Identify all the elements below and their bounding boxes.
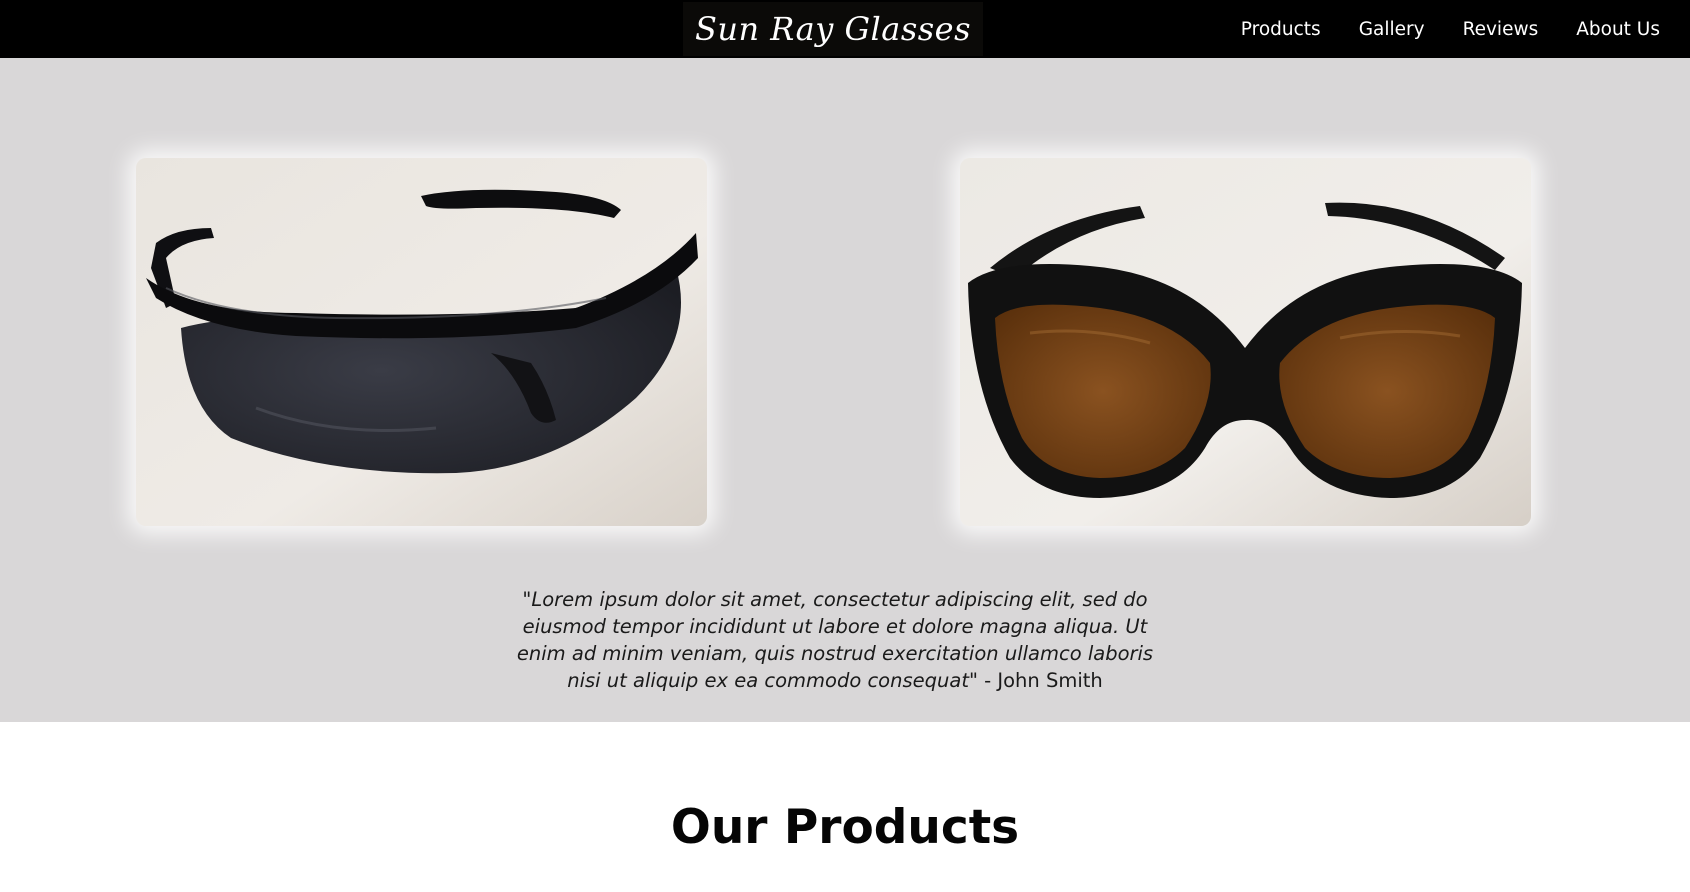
products-heading: Our Products (670, 800, 1020, 855)
brown-sunglasses-photo (960, 158, 1531, 526)
nav-menu: Products Gallery Reviews About Us (1203, 0, 1660, 58)
nav-item-products: Products (1241, 19, 1321, 40)
nav-link-gallery[interactable]: Gallery (1359, 19, 1425, 40)
black-sunglasses-image (136, 158, 707, 526)
site-logo[interactable]: Sun Ray Glasses (683, 2, 983, 56)
nav-item-reviews: Reviews (1463, 19, 1539, 40)
testimonial-author: - John Smith (977, 669, 1103, 692)
nav-item-about-us: About Us (1576, 19, 1660, 40)
customer-testimonial: "Lorem ipsum dolor sit amet, consectetur… (500, 586, 1170, 694)
hero-section: "Lorem ipsum dolor sit amet, consectetur… (0, 58, 1690, 722)
nav-link-about-us[interactable]: About Us (1576, 19, 1660, 40)
black-sunglasses-photo (136, 158, 707, 526)
nav-link-reviews[interactable]: Reviews (1463, 19, 1539, 40)
brown-sunglasses-image (960, 158, 1531, 526)
nav-item-gallery: Gallery (1359, 19, 1425, 40)
navbar: Sun Ray Glasses Products Gallery Reviews… (0, 0, 1690, 58)
nav-link-products[interactable]: Products (1241, 19, 1321, 40)
